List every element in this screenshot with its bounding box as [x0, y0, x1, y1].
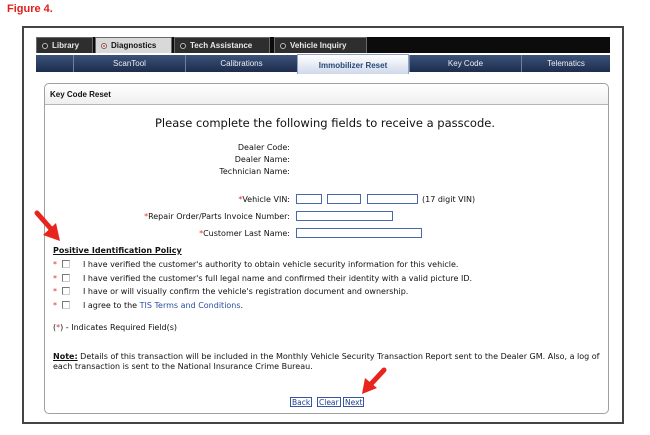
tab-tech-assistance[interactable]: Tech Assistance: [174, 37, 270, 53]
vin-hint: (17 digit VIN): [422, 195, 476, 204]
figure-label: Figure 4.: [7, 3, 53, 15]
repair-order-label: *Repair Order/Parts Invoice Number:: [144, 212, 290, 221]
customer-last-name-input[interactable]: [296, 228, 422, 238]
clear-button[interactable]: Clear: [317, 397, 341, 407]
subtab-immobilizer-reset[interactable]: Immobilizer Reset: [297, 54, 409, 74]
repair-order-input[interactable]: [296, 211, 393, 221]
subtab-telematics[interactable]: Telematics: [521, 55, 610, 72]
radio-icon: [180, 43, 186, 49]
tab-vehicle-inquiry[interactable]: Vehicle Inquiry: [274, 37, 367, 53]
tab-library[interactable]: Library: [36, 37, 93, 53]
vin-input-part-3[interactable]: [367, 194, 418, 204]
transaction-note: Note: Details of this transaction will b…: [53, 352, 600, 371]
sub-nav-bar: ScanTool Calibrations Immobilizer Reset …: [36, 54, 610, 74]
vin-input-part-1[interactable]: [296, 194, 322, 204]
required-field-note: (*) - Indicates Required Field(s): [53, 323, 178, 332]
radio-selected-icon: [101, 43, 107, 49]
panel-title: Key Code Reset: [50, 90, 111, 99]
tab-diagnostics[interactable]: Diagnostics: [95, 37, 172, 53]
panel-header: Key Code Reset: [45, 84, 608, 105]
subtab-scantool[interactable]: ScanTool: [73, 55, 185, 72]
subtab-key-code[interactable]: Key Code: [409, 55, 521, 72]
radio-icon: [42, 43, 48, 49]
dealer-code-label: Dealer Code:: [237, 143, 290, 152]
instructions-heading: Please complete the following fields to …: [155, 116, 495, 130]
radio-icon: [280, 43, 286, 49]
annotation-arrow-icon: [34, 210, 60, 241]
policy-checkbox-4[interactable]: [62, 301, 70, 309]
vehicle-vin-label: *Vehicle VIN:: [238, 195, 290, 204]
annotation-arrow-icon: [362, 367, 387, 394]
top-tab-bar: Library Diagnostics Tech Assistance Vehi…: [36, 37, 610, 53]
technician-name-label: Technician Name:: [219, 167, 290, 176]
policy-checkbox-3[interactable]: [62, 287, 70, 295]
dealer-name-label: Dealer Name:: [234, 155, 290, 164]
policy-checkbox-1[interactable]: [62, 260, 70, 268]
policy-title: Positive Identification Policy: [53, 246, 182, 255]
policy-checkbox-2[interactable]: [62, 274, 70, 282]
back-button[interactable]: Back: [290, 397, 313, 407]
tis-terms-link[interactable]: TIS Terms and Conditions: [140, 301, 241, 310]
vin-input-part-2[interactable]: [327, 194, 361, 204]
subtab-calibrations[interactable]: Calibrations: [185, 55, 297, 72]
customer-last-name-label: *Customer Last Name:: [199, 229, 290, 238]
next-button[interactable]: Next: [343, 397, 365, 407]
